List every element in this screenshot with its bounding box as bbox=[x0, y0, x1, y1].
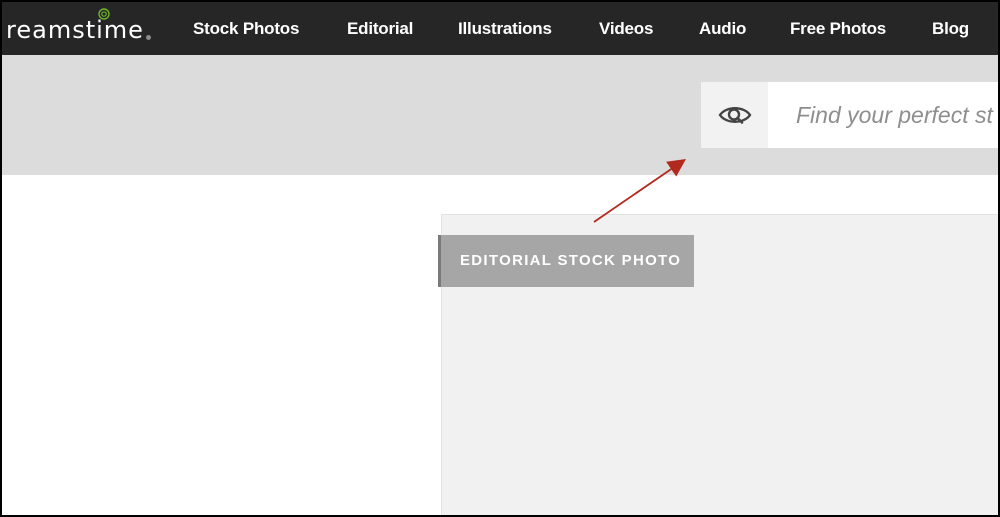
nav-blog[interactable]: Blog bbox=[932, 2, 969, 55]
search-input[interactable] bbox=[768, 82, 998, 148]
nav-videos[interactable]: Videos bbox=[599, 2, 653, 55]
logo-swirl-icon bbox=[98, 8, 110, 20]
nav-illustrations[interactable]: Illustrations bbox=[458, 2, 552, 55]
nav-stock-photos[interactable]: Stock Photos bbox=[193, 2, 299, 55]
editorial-badge: EDITORIAL STOCK PHOTO bbox=[438, 235, 694, 287]
nav-editorial[interactable]: Editorial bbox=[347, 2, 413, 55]
site-logo[interactable]: reamstime bbox=[6, 8, 151, 46]
page-frame: reamstime Stock Photos Editorial Illustr… bbox=[0, 0, 1000, 517]
eye-search-icon bbox=[718, 107, 751, 124]
visual-search-button[interactable] bbox=[701, 82, 768, 148]
logo-dot bbox=[145, 35, 151, 40]
nav-free-photos[interactable]: Free Photos bbox=[790, 2, 886, 55]
top-navigation-bar: reamstime Stock Photos Editorial Illustr… bbox=[2, 2, 998, 55]
logo-text: reamstime bbox=[6, 16, 144, 44]
nav-audio[interactable]: Audio bbox=[699, 2, 746, 55]
